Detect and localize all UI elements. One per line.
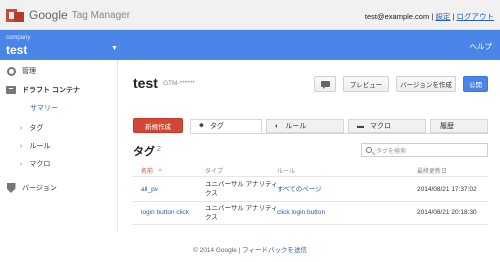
last-updated: 2014/08/21 20:18:30 — [417, 209, 477, 216]
rule-icon: ◐ — [275, 122, 280, 130]
chevron-right-icon: › — [20, 143, 23, 150]
shield-icon — [5, 183, 17, 193]
macro-icon: ▬ — [357, 122, 364, 130]
tag-search-input[interactable]: タグを検索 — [361, 143, 488, 157]
new-button[interactable]: 新規作成 — [133, 118, 183, 133]
sidebar-item-label: ドラフト コンテナ — [22, 87, 80, 94]
logo-google-text: Google — [29, 8, 68, 22]
footer-separator: | — [238, 247, 241, 254]
section-title: タグ — [133, 146, 155, 158]
sidebar-item-macros[interactable]: › マクロ — [20, 159, 50, 169]
link-separator: | — [431, 12, 434, 21]
tab-label: 履歴 — [440, 123, 454, 130]
search-placeholder: タグを検索 — [376, 148, 407, 155]
sidebar: 管理 ドラフト コンテナ サマリー › タグ › ルール › マクロ バージョン — [0, 60, 118, 232]
tag-name-link[interactable]: all_pv — [141, 185, 158, 194]
container-id: GTM-****** — [163, 80, 195, 87]
sidebar-item-label: バージョン — [22, 185, 57, 192]
tag-type: ユニバーサル アナリティ — [205, 205, 278, 212]
column-label: 名前 — [141, 169, 154, 175]
briefcase-icon — [5, 86, 17, 94]
tag-type: ユニバーサル アナリティ — [205, 181, 278, 188]
row-divider — [133, 224, 488, 225]
sidebar-item-label: タグ — [29, 125, 44, 132]
preview-button[interactable]: プレビュー — [343, 76, 389, 92]
search-icon — [366, 147, 372, 153]
gear-icon — [5, 66, 17, 76]
tab-macros[interactable]: ▬ マクロ — [348, 119, 426, 133]
feedback-link[interactable]: フィードバックを送信 — [242, 247, 307, 254]
sidebar-item-label: 管理 — [22, 68, 36, 75]
sidebar-item-draft-container[interactable]: ドラフト コンテナ — [0, 85, 118, 95]
publish-button[interactable]: 公開 — [463, 76, 488, 92]
tab-history[interactable]: 履歴 — [430, 119, 488, 133]
account-links: test@example.com | 設定 | ログアウト — [365, 11, 494, 22]
rule-link[interactable]: すべてのページ — [277, 185, 322, 194]
header-divider — [133, 176, 488, 177]
google-tag-manager-logo[interactable]: Google Tag Manager — [6, 8, 130, 22]
top-bar: Google Tag Manager test@example.com | 設定… — [0, 0, 500, 30]
comment-button[interactable] — [314, 76, 336, 92]
page-title: test — [133, 75, 158, 91]
tab-label: タグ — [209, 123, 224, 130]
column-header-updated[interactable]: 最終更新日 — [417, 166, 447, 175]
sidebar-item-label: ルール — [29, 143, 51, 150]
sidebar-item-rules[interactable]: › ルール — [20, 141, 50, 151]
footer: © 2014 Google | フィードバックを送信 — [0, 244, 500, 254]
help-link[interactable]: ヘルプ — [470, 41, 493, 52]
chevron-right-icon: › — [20, 161, 23, 168]
comment-icon — [320, 81, 330, 89]
sidebar-item-admin[interactable]: 管理 — [0, 66, 118, 76]
column-header-rule[interactable]: ルール — [277, 166, 295, 175]
link-separator: | — [452, 12, 455, 21]
tab-rules[interactable]: ◐ ルール — [266, 119, 344, 133]
tag-manager-logo-icon — [6, 8, 24, 22]
tag-type: クス — [205, 190, 218, 197]
tab-divider — [190, 133, 488, 134]
sidebar-item-versions[interactable]: バージョン — [0, 183, 118, 193]
column-header-type[interactable]: タイプ — [205, 166, 223, 175]
logout-link[interactable]: ログアウト — [457, 12, 495, 21]
account-bar: company test ▼ ヘルプ — [0, 30, 500, 60]
copyright: © 2014 Google — [192, 247, 237, 254]
tag-icon: ⬥ — [199, 122, 204, 129]
chevron-right-icon: › — [20, 125, 23, 132]
sidebar-item-label: マクロ — [29, 161, 51, 168]
user-email: test@example.com — [364, 12, 430, 21]
rule-link[interactable]: click login button — [277, 208, 325, 217]
sidebar-item-summary[interactable]: サマリー — [30, 103, 58, 113]
container-selector[interactable]: test — [6, 43, 27, 57]
tab-tags[interactable]: ⬥ タグ — [190, 119, 262, 133]
sort-ascending-icon: ^ — [158, 169, 162, 175]
tab-label: マクロ — [370, 123, 391, 130]
tag-count: 2 — [157, 146, 161, 153]
tab-label: ルール — [285, 123, 307, 130]
tag-name-link[interactable]: login button click — [141, 208, 189, 217]
chevron-down-icon[interactable]: ▼ — [111, 45, 118, 52]
tag-type: クス — [205, 214, 218, 221]
logo-product-text: Tag Manager — [71, 9, 131, 21]
create-version-button[interactable]: バージョンを作成 — [396, 76, 456, 92]
row-divider — [133, 201, 488, 202]
column-header-name[interactable]: 名前 ^ — [141, 166, 162, 175]
last-updated: 2014/08/21 17:37:02 — [417, 186, 477, 193]
settings-link[interactable]: 設定 — [435, 12, 450, 21]
account-label: company — [6, 35, 31, 41]
sidebar-item-tags[interactable]: › タグ — [20, 123, 43, 133]
